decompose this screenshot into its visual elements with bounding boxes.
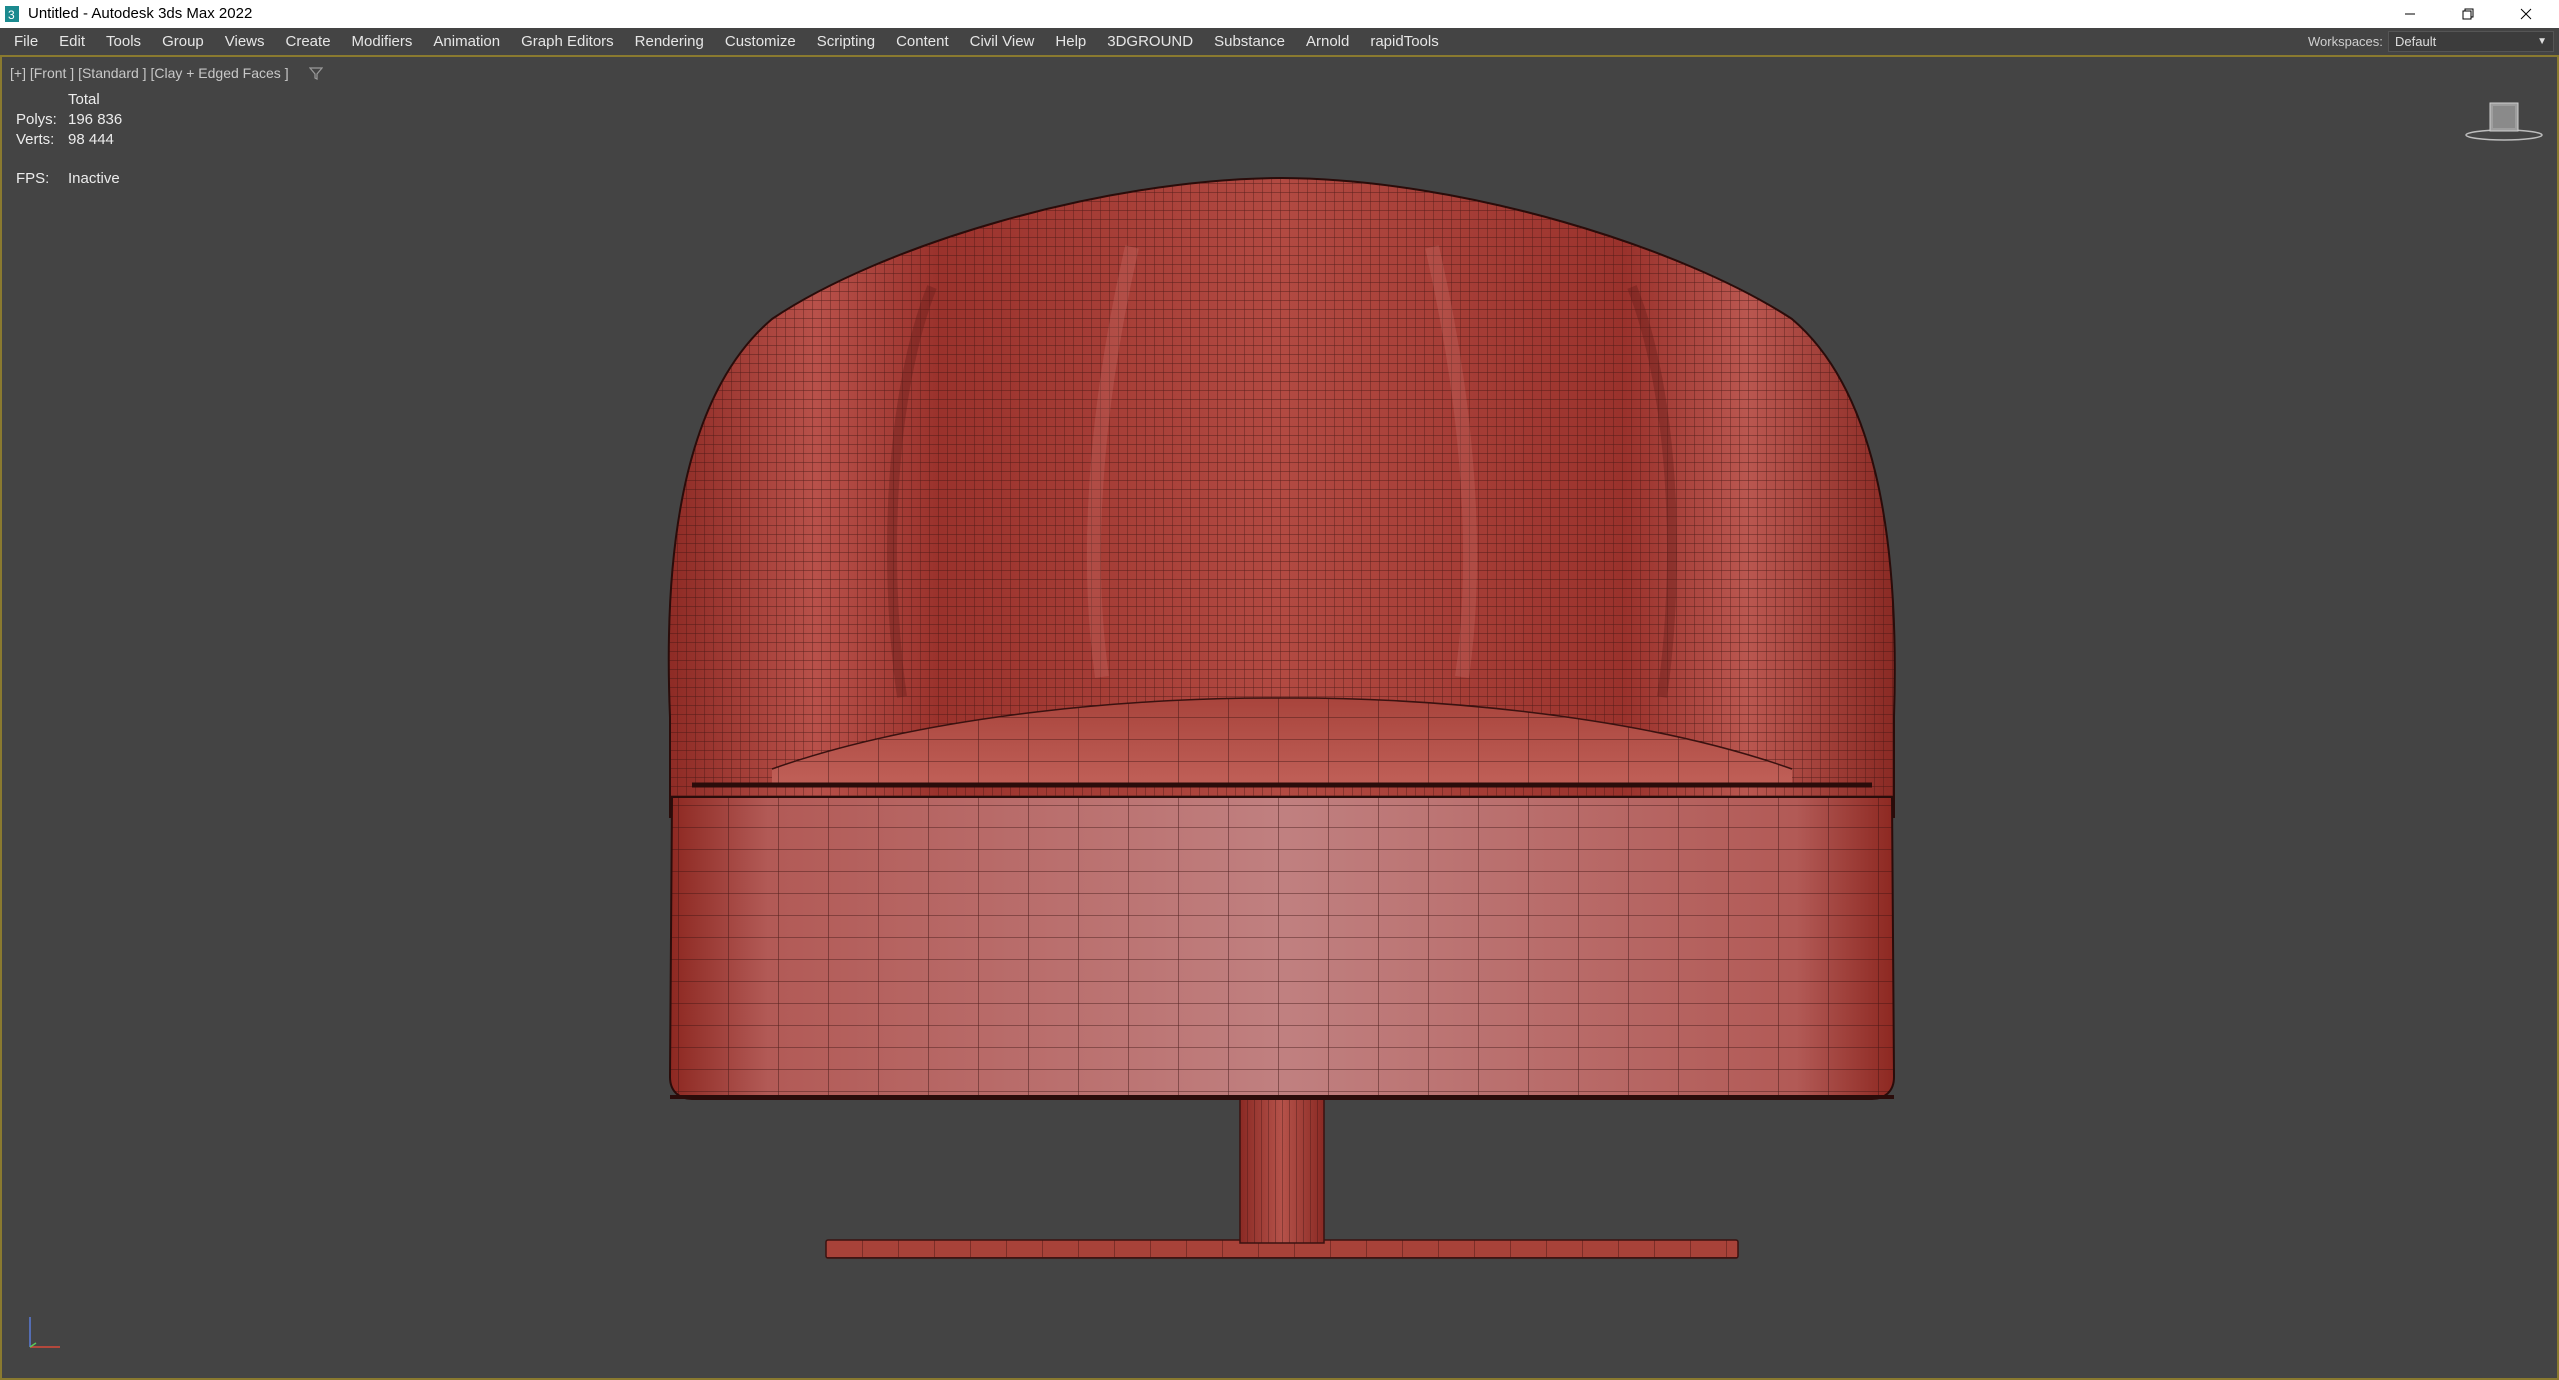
menu-rapidtools[interactable]: rapidTools — [1362, 28, 1451, 55]
menu-views[interactable]: Views — [217, 28, 278, 55]
fps-label: FPS: — [16, 170, 50, 187]
fps-value: Inactive — [68, 170, 120, 187]
stats-header: Total — [68, 91, 100, 108]
menu-create[interactable]: Create — [278, 28, 344, 55]
verts-value: 98 444 — [68, 131, 114, 148]
close-icon — [2520, 8, 2532, 20]
viewcube-icon[interactable] — [2464, 95, 2544, 145]
menu-scripting[interactable]: Scripting — [809, 28, 888, 55]
front-viewport[interactable]: [+] [Front ] [Standard ] [Clay + Edged F… — [0, 57, 2559, 1380]
menu-rendering[interactable]: Rendering — [627, 28, 717, 55]
menu-substance[interactable]: Substance — [1206, 28, 1298, 55]
menu-help[interactable]: Help — [1047, 28, 1099, 55]
restore-icon — [2462, 8, 2474, 20]
menu-arnold[interactable]: Arnold — [1298, 28, 1362, 55]
chevron-down-icon: ▼ — [2537, 36, 2547, 47]
menu-tools[interactable]: Tools — [98, 28, 154, 55]
3dsmax-app-icon: 3 — [5, 6, 19, 22]
svg-text:3: 3 — [8, 8, 15, 22]
axis-tripod-icon — [29, 1317, 60, 1348]
menu-file[interactable]: File — [6, 28, 51, 55]
polys-label: Polys: — [16, 111, 57, 128]
menu-3dground[interactable]: 3DGROUND — [1099, 28, 1206, 55]
filter-icon[interactable] — [309, 66, 323, 80]
menu-animation[interactable]: Animation — [425, 28, 513, 55]
menu-edit[interactable]: Edit — [51, 28, 98, 55]
viewport-label-menu[interactable]: [+] [Front ] [Standard ] [Clay + Edged F… — [10, 65, 289, 81]
menu-group[interactable]: Group — [154, 28, 217, 55]
window-title: Untitled - Autodesk 3ds Max 2022 — [28, 5, 253, 22]
polys-value: 196 836 — [68, 111, 123, 128]
menu-content[interactable]: Content — [888, 28, 962, 55]
menu-civil-view[interactable]: Civil View — [962, 28, 1048, 55]
window-title-bar[interactable]: 3 Untitled - Autodesk 3ds Max 2022 — [0, 0, 2559, 28]
workspace-value: Default — [2395, 34, 2437, 49]
menu-bar: File Edit Tools Group Views Create Modif… — [0, 28, 2559, 57]
verts-label: Verts: — [16, 131, 55, 148]
minimize-icon — [2405, 13, 2415, 15]
workspace-label: Workspaces: — [2308, 34, 2383, 49]
restore-button[interactable] — [2440, 0, 2496, 28]
menu-customize[interactable]: Customize — [717, 28, 809, 55]
menu-modifiers[interactable]: Modifiers — [344, 28, 426, 55]
chair-mesh — [667, 176, 1896, 1259]
workspace-dropdown[interactable]: Default ▼ — [2388, 31, 2554, 52]
close-button[interactable] — [2498, 0, 2554, 28]
menu-graph-editors[interactable]: Graph Editors — [513, 28, 627, 55]
minimize-button[interactable] — [2382, 0, 2438, 28]
